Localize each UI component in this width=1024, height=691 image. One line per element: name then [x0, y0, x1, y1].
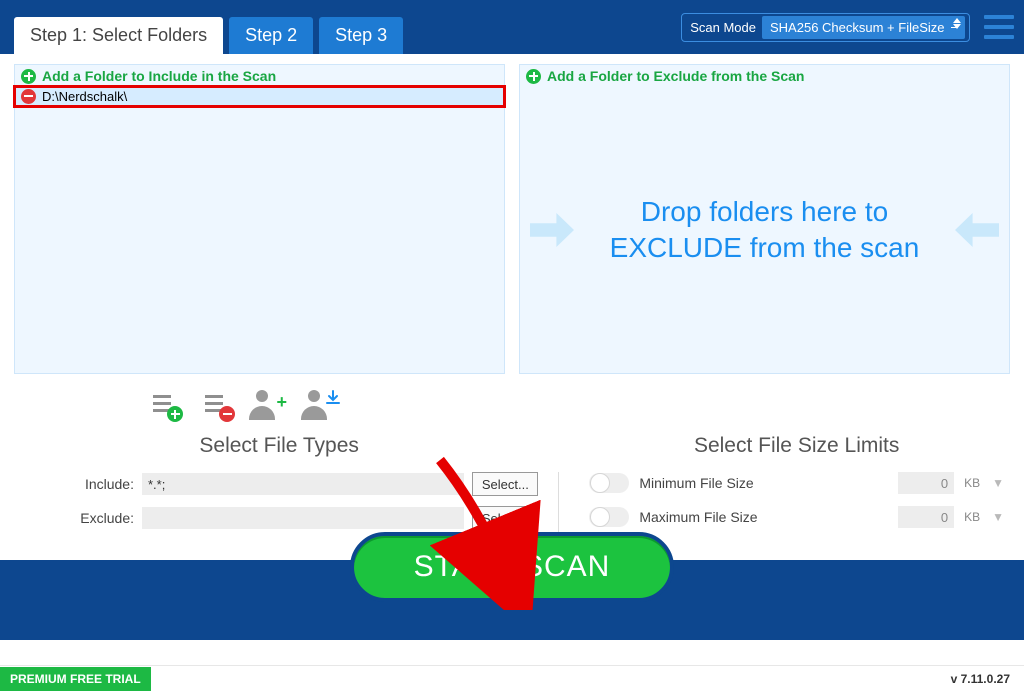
tab-step3[interactable]: Step 3 — [319, 17, 403, 54]
remove-icon[interactable] — [21, 89, 36, 104]
add-exclude-folder-button[interactable]: Add a Folder to Exclude from the Scan — [520, 65, 1009, 87]
include-label: Include: — [20, 476, 134, 492]
exclude-header-label: Add a Folder to Exclude from the Scan — [547, 68, 804, 84]
max-size-toggle[interactable] — [589, 507, 629, 527]
size-limits-section: Select File Size Limits Minimum File Siz… — [579, 434, 1004, 540]
list-toolbar: + — [0, 390, 1024, 420]
menu-icon[interactable] — [984, 15, 1014, 39]
scan-mode-control[interactable]: Scan Mode SHA256 Checksum + FileSize — [681, 13, 970, 42]
min-size-toggle[interactable] — [589, 473, 629, 493]
max-unit-dropdown[interactable]: ▼ — [992, 510, 1004, 524]
min-size-label: Minimum File Size — [639, 475, 888, 491]
tab-step2[interactable]: Step 2 — [229, 17, 313, 54]
include-header-label: Add a Folder to Include in the Scan — [42, 68, 276, 84]
exclude-drop-zone[interactable]: Drop folders here to EXCLUDE from the sc… — [520, 87, 1009, 373]
file-types-section: Select File Types Include: Select... Exc… — [20, 434, 538, 540]
include-select-button[interactable]: Select... — [472, 472, 538, 496]
include-folder-row[interactable]: D:\Nerdschalk\ — [15, 87, 504, 106]
plus-icon — [21, 69, 36, 84]
min-size-unit: KB — [964, 476, 982, 490]
app-header: Step 1: Select Folders Step 2 Step 3 Sca… — [0, 0, 1024, 54]
add-user-icon[interactable]: + — [249, 390, 285, 420]
file-types-title: Select File Types — [20, 434, 538, 458]
exclude-types-input[interactable] — [142, 507, 464, 529]
start-scan-button[interactable]: START SCAN — [350, 532, 675, 602]
arrow-right-icon — [530, 213, 574, 247]
include-types-input[interactable] — [142, 473, 464, 495]
min-size-input[interactable] — [898, 472, 954, 494]
tab-step1[interactable]: Step 1: Select Folders — [14, 17, 223, 54]
exclude-label: Exclude: — [20, 510, 134, 526]
import-user-icon[interactable] — [301, 390, 337, 420]
include-panel: Add a Folder to Include in the Scan D:\N… — [14, 64, 505, 374]
max-size-label: Maximum File Size — [639, 509, 888, 525]
add-include-folder-button[interactable]: Add a Folder to Include in the Scan — [15, 65, 504, 87]
divider — [558, 472, 559, 534]
scan-mode-select[interactable]: SHA256 Checksum + FileSize — [762, 16, 965, 39]
exclude-panel: Add a Folder to Exclude from the Scan Dr… — [519, 64, 1010, 374]
scan-mode-label: Scan Mode — [690, 20, 756, 35]
scan-bar: START SCAN — [0, 560, 1024, 640]
folder-path: D:\Nerdschalk\ — [42, 89, 127, 104]
drop-hint-text: Drop folders here to EXCLUDE from the sc… — [584, 194, 945, 267]
arrow-left-icon — [955, 213, 999, 247]
max-size-input[interactable] — [898, 506, 954, 528]
remove-list-icon[interactable] — [197, 390, 233, 420]
add-list-icon[interactable] — [145, 390, 181, 420]
size-limits-title: Select File Size Limits — [589, 434, 1004, 458]
version-label: v 7.11.0.27 — [951, 672, 1024, 686]
trial-badge[interactable]: PREMIUM FREE TRIAL — [0, 667, 151, 691]
exclude-select-button[interactable]: Select... — [472, 506, 538, 530]
footer: PREMIUM FREE TRIAL v 7.11.0.27 — [0, 665, 1024, 691]
plus-icon — [526, 69, 541, 84]
max-size-unit: KB — [964, 510, 982, 524]
step-tabs: Step 1: Select Folders Step 2 Step 3 — [14, 0, 403, 54]
min-unit-dropdown[interactable]: ▼ — [992, 476, 1004, 490]
